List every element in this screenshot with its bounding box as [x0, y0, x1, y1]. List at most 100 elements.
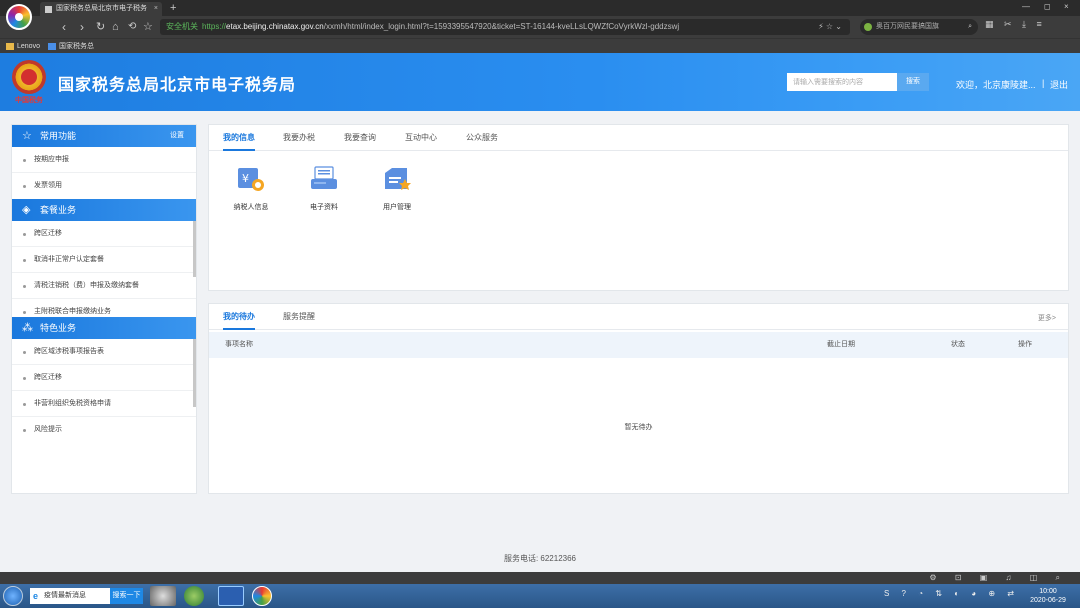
function-e-documents[interactable]: 电子资料: [294, 165, 354, 212]
browser-search-box[interactable]: 奥百万网民要搞国旗 ⌕: [860, 19, 978, 35]
function-user-management[interactable]: 用户管理: [367, 165, 427, 212]
sidebar-group-special: ⁂ 特色业务 跨区域涉税事项报告表 跨区迁移 非营利组织免税资格申请 风险提示: [12, 317, 196, 443]
tax-emblem-icon: [12, 60, 46, 94]
ie-icon: e: [33, 591, 39, 601]
sidebar-header-common[interactable]: ☆ 常用功能 设置: [12, 125, 196, 147]
url-scheme: https://: [202, 22, 227, 31]
tab-my-todo[interactable]: 我的待办: [223, 304, 255, 330]
sidebar-header-package[interactable]: ◈ 套餐业务: [12, 199, 196, 221]
new-tab-button[interactable]: +: [170, 1, 176, 15]
function-label: 纳税人信息: [233, 204, 269, 211]
main-tabs: 我的信息 我要办税 我要查询 互动中心 公众服务: [209, 125, 1068, 151]
search-engine-icon: [864, 23, 872, 31]
sidebar-group-package: ◈ 套餐业务 跨区迁移 取消非正常户认定套餐 清税注销税（费）申报及缴纳套餐 主…: [12, 199, 196, 317]
bookmarks-bar: Lenovo 国家税务总: [0, 38, 1080, 53]
site-search-button[interactable]: 搜索: [897, 73, 929, 91]
bookmark-chinatax[interactable]: 国家税务总: [48, 41, 94, 52]
sidebar-item[interactable]: 跨区迁移: [12, 365, 196, 391]
forward-icon[interactable]: ›: [80, 18, 84, 36]
logout-link[interactable]: 退出: [1050, 78, 1068, 91]
layers-icon: ◈: [22, 204, 31, 216]
system-tray[interactable]: S ? ◔ ⇅ ◐ ◕ ⊕ ⇄: [884, 589, 1019, 598]
sidebar-group-common: ☆ 常用功能 设置 按期应申报 发票领用: [12, 125, 196, 199]
sidebar-scrollbar[interactable]: [193, 339, 196, 407]
wps-app-icon[interactable]: [218, 586, 244, 606]
minimize-button[interactable]: —: [1022, 2, 1030, 11]
welcome-user[interactable]: 欢迎，北京康陵建...: [956, 78, 1036, 91]
e-documents-icon: [311, 166, 337, 189]
function-label: 用户管理: [383, 204, 411, 211]
browser-toolbar: ‹ › ↻ ⌂ ⟲ ☆ 安全机关 https://etax.beijing.chi…: [0, 16, 1080, 38]
function-label: 电子资料: [310, 204, 338, 211]
secure-badge: 安全机关: [166, 22, 198, 31]
close-window-button[interactable]: ×: [1064, 2, 1069, 11]
todo-tabs: 我的待办 服务提醒 更多>: [209, 304, 1068, 330]
start-button[interactable]: [3, 586, 23, 606]
tab-my-info[interactable]: 我的信息: [223, 125, 255, 151]
site-favicon-icon: [48, 43, 56, 50]
settings-app-icon[interactable]: [150, 586, 176, 606]
site-header: 中国税务 国家税务总局北京市电子税务局 搜索 欢迎，北京康陵建... | 退出: [0, 53, 1080, 111]
bookmark-star-icon[interactable]: ☆: [143, 18, 153, 36]
tab-favicon-icon: [45, 6, 52, 13]
browser-statusbar: ⚙ ⊡ ▣ ♫ ◫ ⌕: [0, 572, 1080, 584]
tab-public-service[interactable]: 公众服务: [466, 125, 498, 151]
emblem-caption: 中国税务: [15, 97, 43, 104]
star-icon: ☆: [22, 130, 32, 142]
browser-tab[interactable]: 国家税务总局北京市电子税务 ×: [40, 2, 162, 16]
browser-search-text: 奥百万网民要搞国旗: [876, 23, 939, 30]
clock[interactable]: 10:00 2020-06-29: [1026, 587, 1070, 605]
svg-text:¥: ¥: [242, 172, 249, 185]
toolbar-extension-icons[interactable]: ▦ ✂ ⤓ ≡: [985, 19, 1046, 30]
column-header: 操作: [1018, 341, 1032, 348]
more-link[interactable]: 更多>: [1038, 313, 1056, 323]
sidebar-item[interactable]: 清税注销税（费）申报及缴纳套餐: [12, 273, 196, 299]
tab-tax-handling[interactable]: 我要办税: [283, 125, 315, 151]
settings-link[interactable]: 设置: [170, 125, 184, 147]
my-info-card: 我的信息 我要办税 我要查询 互动中心 公众服务 ¥ 纳税人信息 电子资料 用户…: [208, 124, 1069, 291]
browser-tabbar: 国家税务总局北京市电子税务 × + — ◻ ×: [0, 0, 1080, 30]
maximize-button[interactable]: ◻: [1044, 2, 1051, 11]
taskbar-search-input[interactable]: e 疫情最新消息: [30, 588, 110, 604]
sidebar-item[interactable]: 主附税联合申报缴纳业务: [12, 299, 196, 317]
statusbar-icons[interactable]: ⚙ ⊡ ▣ ♫ ◫ ⌕: [929, 573, 1068, 583]
sidebar-item[interactable]: 取消非正常户认定套餐: [12, 247, 196, 273]
site-title: 国家税务总局北京市电子税务局: [58, 77, 297, 94]
browser-logo-icon[interactable]: [6, 4, 32, 30]
undo-icon[interactable]: ⟲: [128, 18, 136, 36]
column-header: 截止日期: [827, 341, 855, 348]
sidebar-item[interactable]: 发票领用: [12, 173, 196, 199]
tab-query[interactable]: 我要查询: [344, 125, 376, 151]
address-bar-icons[interactable]: ⚡ ☆ ⌄: [818, 19, 842, 35]
sidebar-item[interactable]: 跨区域涉税事项报告表: [12, 339, 196, 365]
tab-close-icon[interactable]: ×: [154, 2, 158, 16]
column-header: 状态: [951, 341, 965, 348]
apps-icon: ⁂: [22, 322, 33, 334]
reload-icon[interactable]: ↻: [96, 18, 105, 36]
tab-title: 国家税务总局北京市电子税务: [56, 5, 147, 12]
browser-app-icon[interactable]: [184, 586, 204, 606]
active-browser-app-icon[interactable]: [252, 586, 272, 606]
bookmark-lenovo[interactable]: Lenovo: [6, 41, 40, 52]
tab-interaction[interactable]: 互动中心: [405, 125, 437, 151]
sidebar-scrollbar[interactable]: [193, 221, 196, 277]
address-bar[interactable]: 安全机关 https://etax.beijing.chinatax.gov.cn…: [160, 19, 850, 35]
site-search-input[interactable]: [787, 73, 897, 91]
sidebar-item[interactable]: 跨区迁移: [12, 221, 196, 247]
taskbar: e 疫情最新消息 搜索一下 S ? ◔ ⇅ ◐ ◕ ⊕ ⇄ 10:00 2020…: [0, 584, 1080, 608]
taskbar-search-button[interactable]: 搜索一下: [110, 588, 143, 604]
function-taxpayer-info[interactable]: ¥ 纳税人信息: [221, 165, 281, 212]
tab-service-reminder[interactable]: 服务提醒: [283, 304, 315, 330]
home-icon[interactable]: ⌂: [112, 18, 119, 36]
sidebar-item[interactable]: 按期应申报: [12, 147, 196, 173]
sidebar: ☆ 常用功能 设置 按期应申报 发票领用 ◈ 套餐业务 跨区迁移 取消非正常户认…: [11, 124, 197, 494]
sidebar-header-special[interactable]: ⁂ 特色业务: [12, 317, 196, 339]
taxpayer-info-icon: ¥: [238, 168, 264, 191]
back-icon[interactable]: ‹: [62, 18, 66, 36]
url-host: etax.beijing.chinatax.gov.cn: [226, 22, 324, 31]
service-phone: 服务电话: 62212366: [503, 554, 577, 563]
search-icon[interactable]: ⌕: [968, 19, 972, 35]
sidebar-item[interactable]: 非营利组织免税资格申请: [12, 391, 196, 417]
sidebar-item[interactable]: 风险提示: [12, 417, 196, 443]
todo-table-header: 事项名称 截止日期 状态 操作: [209, 332, 1068, 358]
